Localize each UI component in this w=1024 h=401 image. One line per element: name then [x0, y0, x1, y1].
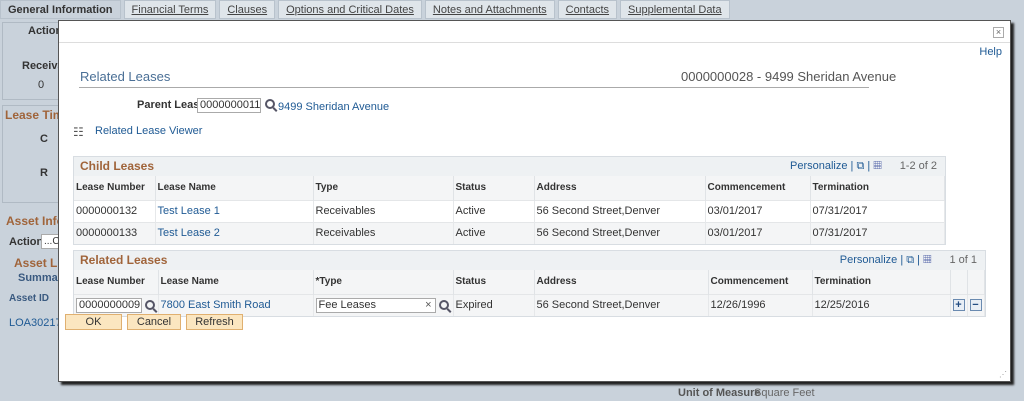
- page-title: Related Leases: [80, 69, 171, 84]
- status: Active: [453, 221, 535, 244]
- lease-number: 0000000133: [74, 221, 156, 244]
- add-row-icon[interactable]: +: [952, 299, 965, 312]
- tab-general-information[interactable]: General Information: [0, 0, 121, 19]
- col-status: Status: [453, 176, 535, 200]
- child-leases-title: Child Leases: [80, 159, 155, 173]
- parent-lease-input[interactable]: 0000000011: [197, 98, 261, 113]
- col-address: Address: [534, 270, 709, 294]
- col-address: Address: [534, 176, 706, 200]
- col-add: [950, 270, 968, 294]
- bg-lease-timeline: Lease Tim: [5, 108, 64, 122]
- related-lease-viewer-link[interactable]: Related Lease Viewer: [95, 125, 202, 137]
- related-leases-grid: Related Leases Personalize | ⧉ | ▦ 1 of 1…: [73, 250, 986, 317]
- col-termination: Termination: [810, 176, 945, 200]
- tab-financial-terms[interactable]: Financial Terms: [123, 0, 217, 19]
- col-delete: [967, 270, 985, 294]
- search-icon[interactable]: [145, 300, 155, 311]
- row-count: 1-2 of 2: [899, 160, 937, 172]
- tab-clauses[interactable]: Clauses: [219, 0, 276, 19]
- lease-name-link[interactable]: 7800 East Smith Road: [158, 293, 314, 316]
- bg-label: C: [40, 133, 48, 145]
- bg-asset-id-link[interactable]: LOA30217: [9, 317, 62, 329]
- tab-notes[interactable]: Notes and Attachments: [424, 0, 555, 19]
- type: Receivables: [313, 221, 454, 244]
- personalize-link[interactable]: Personalize: [790, 160, 847, 172]
- type-input[interactable]: Fee Leases ×: [315, 297, 436, 313]
- bg-action2-label: Action: [9, 236, 44, 248]
- lease-name-link[interactable]: Test Lease 1: [155, 199, 314, 222]
- address: 56 Second Street,Denver: [534, 293, 709, 316]
- title-divider: [79, 87, 869, 88]
- termination: 07/31/2017: [810, 221, 945, 244]
- col-lease-name: Lease Name: [155, 176, 314, 200]
- zoom-grid-icon[interactable]: ⧉: [906, 254, 914, 266]
- commencement: 03/01/2017: [705, 199, 811, 222]
- col-commencement: Commencement: [708, 270, 813, 294]
- col-lease-number: Lease Number: [74, 270, 159, 294]
- row-count: 1 of 1: [949, 254, 977, 266]
- search-icon: [265, 99, 275, 110]
- termination: 07/31/2017: [810, 199, 945, 222]
- type-value: Fee Leases: [318, 298, 376, 311]
- lease-number-input[interactable]: 0000000009: [76, 297, 142, 313]
- col-type: Type: [313, 176, 454, 200]
- zoom-grid-icon[interactable]: ⧉: [856, 160, 864, 172]
- status: Expired: [453, 293, 535, 316]
- tab-options[interactable]: Options and Critical Dates: [278, 0, 422, 19]
- bg-value: 0: [38, 79, 45, 91]
- parent-lease-label: Parent Lease: [137, 99, 206, 111]
- delete-row-icon[interactable]: −: [969, 299, 982, 312]
- clear-icon[interactable]: ×: [425, 299, 431, 312]
- search-icon[interactable]: [438, 300, 449, 311]
- lease-name-link[interactable]: Test Lease 2: [155, 221, 314, 244]
- uom-label: Unit of Measure: [678, 387, 761, 399]
- resize-handle-icon[interactable]: ⋰: [999, 370, 1007, 379]
- tab-contacts[interactable]: Contacts: [557, 0, 618, 19]
- refresh-button[interactable]: Refresh: [186, 314, 243, 330]
- parent-lease-lookup[interactable]: [262, 98, 275, 110]
- help-link[interactable]: Help: [979, 46, 1002, 58]
- tab-supplemental[interactable]: Supplemental Data: [620, 0, 730, 19]
- commencement: 12/26/1996: [708, 293, 813, 316]
- col-type: *Type: [313, 270, 454, 294]
- download-grid-icon[interactable]: ▦: [923, 254, 931, 266]
- address: 56 Second Street,Denver: [534, 199, 706, 222]
- address: 56 Second Street,Denver: [534, 221, 706, 244]
- close-icon[interactable]: ×: [993, 27, 1004, 38]
- table-row: 0000000132 Test Lease 1 Receivables Acti…: [74, 199, 945, 222]
- parent-lease-name[interactable]: 9499 Sheridan Avenue: [278, 101, 389, 113]
- table-row: 0000000009 7800 East Smith Road Fee Leas…: [74, 293, 985, 316]
- col-commencement: Commencement: [705, 176, 811, 200]
- col-lease-name: Lease Name: [158, 270, 314, 294]
- cancel-button[interactable]: Cancel: [127, 314, 181, 330]
- download-grid-icon[interactable]: ▦: [873, 160, 881, 172]
- divider: [59, 42, 1010, 43]
- lease-number: 0000000132: [74, 199, 156, 222]
- commencement: 03/01/2017: [705, 221, 811, 244]
- termination: 12/25/2016: [812, 293, 951, 316]
- table-row: 0000000133 Test Lease 2 Receivables Acti…: [74, 221, 945, 244]
- col-termination: Termination: [812, 270, 951, 294]
- type: Receivables: [313, 199, 454, 222]
- child-leases-grid: Child Leases Personalize | ⧉ | ▦ 1-2 of 2…: [73, 156, 946, 245]
- ok-button[interactable]: OK: [65, 314, 122, 330]
- col-status: Status: [453, 270, 535, 294]
- uom-value: Square Feet: [754, 387, 815, 399]
- page-tabs: General Information Financial Terms Clau…: [0, 0, 733, 19]
- status: Active: [453, 199, 535, 222]
- personalize-link[interactable]: Personalize: [840, 254, 897, 266]
- bg-label: R: [40, 167, 48, 179]
- related-leases-title: Related Leases: [80, 253, 168, 267]
- col-lease-number: Lease Number: [74, 176, 156, 200]
- bg-asset-id-header: Asset ID: [9, 293, 50, 304]
- hierarchy-icon: ☷: [73, 125, 84, 139]
- lease-header: 0000000028 - 9499 Sheridan Avenue: [681, 69, 897, 84]
